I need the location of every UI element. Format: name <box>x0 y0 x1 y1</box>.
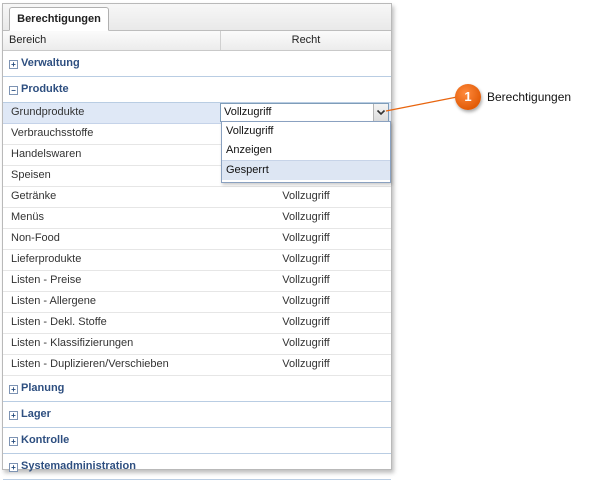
callout-badge: 1 <box>455 84 481 110</box>
callout-line <box>385 96 458 112</box>
